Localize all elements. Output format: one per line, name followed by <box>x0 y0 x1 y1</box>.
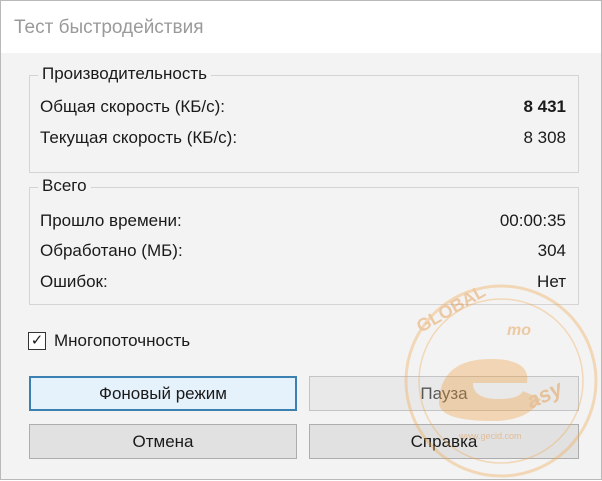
totals-group-legend: Всего <box>38 176 91 196</box>
multithread-checkbox[interactable]: ✓ <box>28 332 46 350</box>
processed-row: Обработано (МБ): 304 <box>40 240 566 262</box>
background-mode-button[interactable]: Фоновый режим <box>29 376 297 411</box>
benchmark-dialog: Тест быстродействия Производительность О… <box>0 0 602 480</box>
processed-label: Обработано (МБ): <box>40 241 183 260</box>
errors-value: Нет <box>537 272 566 291</box>
overall-speed-row: Общая скорость (КБ/с): 8 431 <box>40 96 566 118</box>
window-title: Тест быстродействия <box>14 17 204 38</box>
multithread-option[interactable]: ✓ Многопоточность <box>28 331 190 351</box>
errors-label: Ошибок: <box>40 272 108 291</box>
pause-button[interactable]: Пауза <box>309 376 579 411</box>
current-speed-label: Текущая скорость (КБ/с): <box>40 128 238 147</box>
overall-speed-label: Общая скорость (КБ/с): <box>40 97 226 116</box>
current-speed-value: 8 308 <box>523 128 566 147</box>
help-button[interactable]: Справка <box>309 424 579 459</box>
performance-group: Производительность Общая скорость (КБ/с)… <box>29 64 579 173</box>
totals-group: Всего Прошло времени: 00:00:35 Обработан… <box>29 176 579 305</box>
processed-value: 304 <box>537 241 566 260</box>
elapsed-label: Прошло времени: <box>40 211 182 230</box>
cancel-button[interactable]: Отмена <box>29 424 297 459</box>
overall-speed-value: 8 431 <box>523 97 566 116</box>
performance-group-legend: Производительность <box>38 64 212 84</box>
watermark-mo-text: mo <box>507 322 531 339</box>
errors-row: Ошибок: Нет <box>40 271 566 293</box>
elapsed-row: Прошло времени: 00:00:35 <box>40 210 566 232</box>
multithread-label[interactable]: Многопоточность <box>54 331 190 351</box>
title-bar: Тест быстродействия <box>1 1 601 53</box>
current-speed-row: Текущая скорость (КБ/с): 8 308 <box>40 127 566 149</box>
elapsed-value: 00:00:35 <box>499 211 566 230</box>
